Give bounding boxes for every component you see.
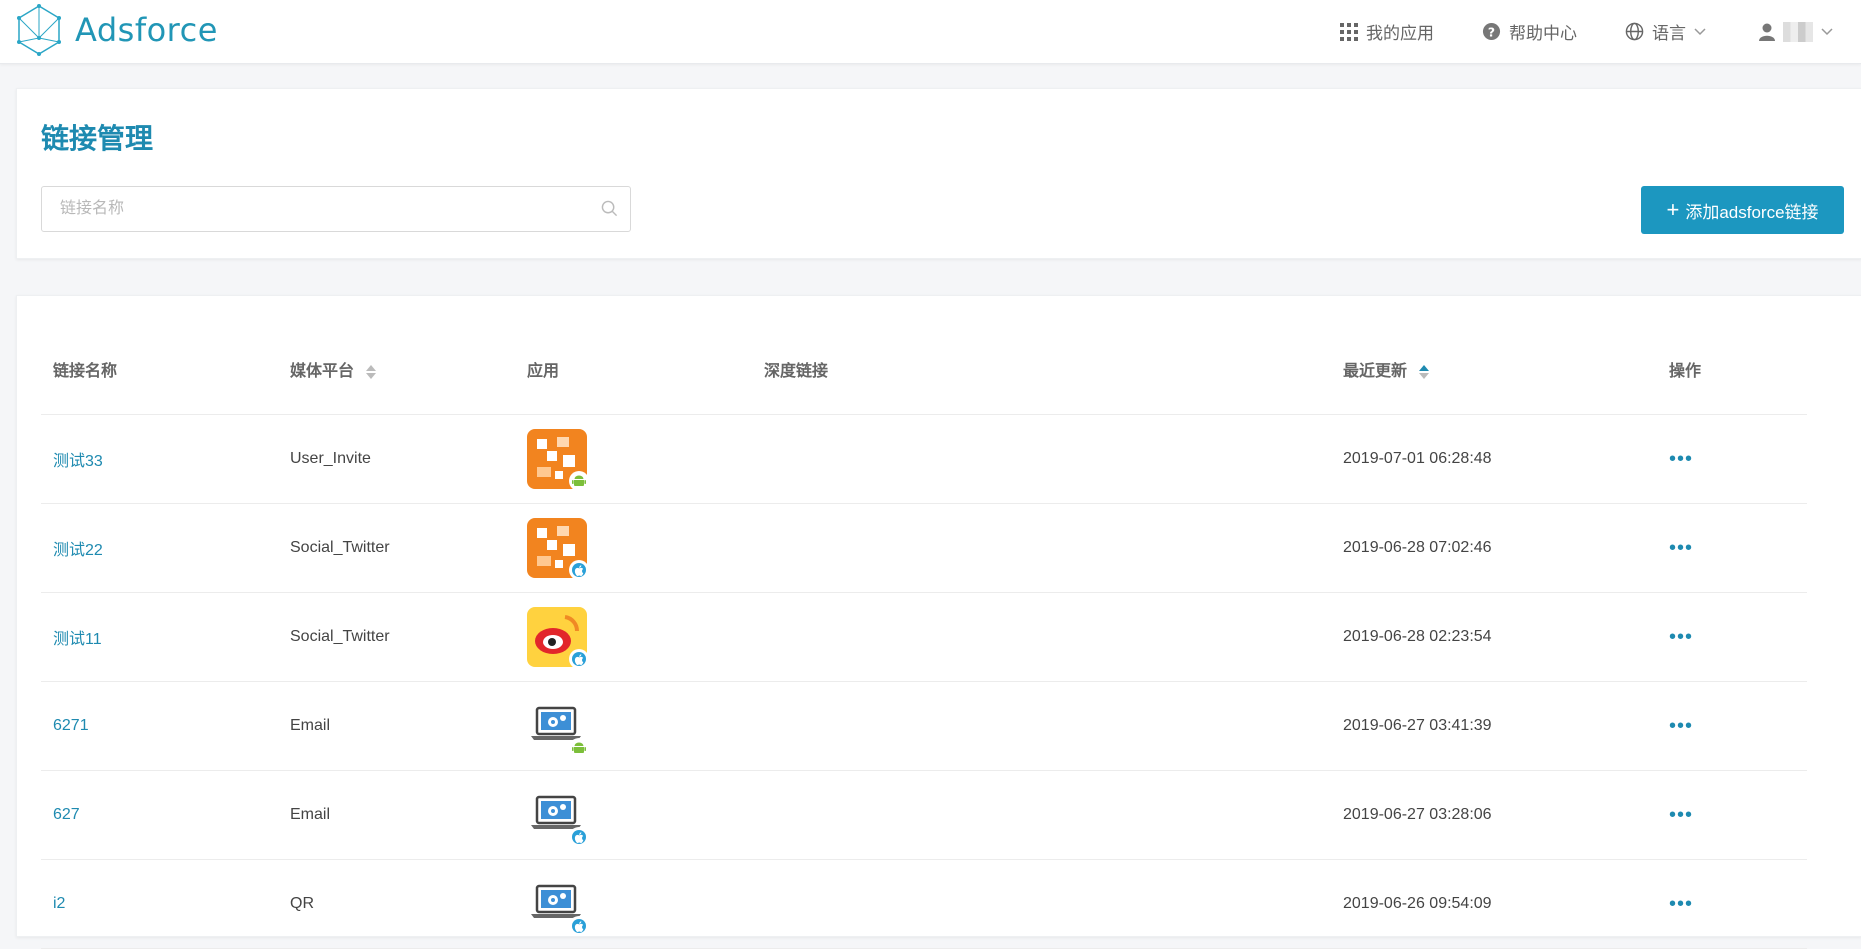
table-row: i2 QR 2019-06-26 09:54:09 ••• xyxy=(41,859,1807,949)
table-header-row: 链接名称 媒体平台 应用 深度链接 最近更新 操作 xyxy=(41,324,1807,415)
updated-time: 2019-06-27 03:28:06 xyxy=(1331,770,1657,860)
help-circle-icon: ? xyxy=(1482,22,1501,41)
search-icon[interactable] xyxy=(601,200,618,222)
laptop-gear-icon[interactable] xyxy=(527,785,589,847)
orange-pixel-icon[interactable] xyxy=(527,518,589,580)
nav-my-apps[interactable]: 我的应用 xyxy=(1340,0,1434,63)
nav-language[interactable]: 语言 xyxy=(1625,0,1706,63)
nav-help-label: 帮助中心 xyxy=(1509,24,1577,43)
deep-link xyxy=(752,681,1331,771)
table-row: 测试22 Social_Twitter 2019-06-28 07:02:46 ••• xyxy=(41,503,1807,593)
chevron-down-icon xyxy=(1694,27,1706,36)
search-input[interactable] xyxy=(42,187,618,231)
search-box xyxy=(41,186,631,232)
link-name[interactable]: 测试11 xyxy=(41,592,278,682)
link-name[interactable]: 测试22 xyxy=(41,503,278,593)
link-name[interactable]: 6271 xyxy=(41,681,278,771)
nav-user-menu[interactable] xyxy=(1759,0,1833,63)
adsforce-logo-icon xyxy=(17,4,61,56)
more-actions-icon[interactable]: ••• xyxy=(1669,804,1693,826)
media-platform: QR xyxy=(278,859,515,949)
more-actions-icon[interactable]: ••• xyxy=(1669,537,1693,559)
sort-icon[interactable] xyxy=(366,364,377,379)
media-platform: Email xyxy=(278,681,515,771)
media-platform: Social_Twitter xyxy=(278,592,515,682)
add-link-label: 添加adsforce链接 xyxy=(1685,202,1819,222)
links-table: 链接名称 媒体平台 应用 深度链接 最近更新 操作 测试33 User_Invit… xyxy=(41,324,1807,949)
table-row: 测试33 User_Invite 2019-07-01 06:28:48 ••• xyxy=(41,414,1807,504)
deep-link xyxy=(752,592,1331,682)
nav-help-center[interactable]: ? 帮助中心 xyxy=(1482,0,1577,63)
media-platform: User_Invite xyxy=(278,414,515,504)
nav-language-label: 语言 xyxy=(1652,24,1686,43)
deep-link xyxy=(752,770,1331,860)
grid-icon xyxy=(1340,22,1358,41)
page-title: 链接管理 xyxy=(41,123,154,154)
media-platform: Social_Twitter xyxy=(278,503,515,593)
apple-icon xyxy=(569,916,589,936)
weibo-like-icon[interactable] xyxy=(527,607,589,669)
updated-time: 2019-06-27 03:41:39 xyxy=(1331,681,1657,771)
updated-time: 2019-07-01 06:28:48 xyxy=(1331,414,1657,504)
table-row: 627 Email 2019-06-27 03:28:06 ••• xyxy=(41,770,1807,860)
laptop-gear-icon[interactable] xyxy=(527,696,589,758)
link-name[interactable]: i2 xyxy=(41,859,278,949)
laptop-gear-icon[interactable] xyxy=(527,874,589,936)
deep-link xyxy=(752,503,1331,593)
table-card: 链接名称 媒体平台 应用 深度链接 最近更新 操作 测试33 User_Invit… xyxy=(16,295,1861,949)
logo[interactable]: Adsforce xyxy=(17,4,218,56)
updated-time: 2019-06-26 09:54:09 xyxy=(1331,859,1657,949)
add-link-button[interactable]: + 添加adsforce链接 xyxy=(1641,186,1844,234)
user-icon xyxy=(1759,23,1775,41)
table-row: 测试11 Social_Twitter 2019-06-28 02:23:54 ••• xyxy=(41,592,1807,682)
media-platform: Email xyxy=(278,770,515,860)
avatar xyxy=(1783,21,1813,42)
deep-link xyxy=(752,414,1331,504)
brand-name: Adsforce xyxy=(75,11,218,49)
col-header-app: 应用 xyxy=(515,324,752,415)
nav-my-apps-label: 我的应用 xyxy=(1366,24,1434,43)
android-icon xyxy=(569,471,589,491)
svg-text:?: ? xyxy=(1488,25,1495,39)
col-header-deeplink: 深度链接 xyxy=(752,324,1331,415)
apple-icon xyxy=(569,827,589,847)
table-row: 6271 Email 2019-06-27 03:41:39 ••• xyxy=(41,681,1807,771)
more-actions-icon[interactable]: ••• xyxy=(1669,715,1693,737)
link-name[interactable]: 627 xyxy=(41,770,278,860)
col-header-action: 操作 xyxy=(1657,324,1807,415)
android-icon xyxy=(569,738,589,758)
sort-icon[interactable] xyxy=(1419,364,1430,379)
updated-time: 2019-06-28 07:02:46 xyxy=(1331,503,1657,593)
apple-icon xyxy=(569,560,589,580)
link-name[interactable]: 测试33 xyxy=(41,414,278,504)
more-actions-icon[interactable]: ••• xyxy=(1669,626,1693,648)
filter-card: 链接管理 + 添加adsforce链接 xyxy=(16,88,1861,259)
col-header-name: 链接名称 xyxy=(41,324,278,415)
globe-icon xyxy=(1625,22,1644,41)
deep-link xyxy=(752,859,1331,949)
updated-time: 2019-06-28 02:23:54 xyxy=(1331,592,1657,682)
more-actions-icon[interactable]: ••• xyxy=(1669,448,1693,470)
more-actions-icon[interactable]: ••• xyxy=(1669,893,1693,915)
orange-pixel-icon[interactable] xyxy=(527,429,589,491)
col-header-platform[interactable]: 媒体平台 xyxy=(278,324,515,415)
apple-icon xyxy=(569,649,589,669)
col-header-updated[interactable]: 最近更新 xyxy=(1331,324,1657,415)
top-bar: Adsforce 我的应用 ? 帮助中心 语言 xyxy=(0,0,1861,64)
plus-icon: + xyxy=(1666,197,1680,222)
chevron-down-icon xyxy=(1821,27,1833,36)
